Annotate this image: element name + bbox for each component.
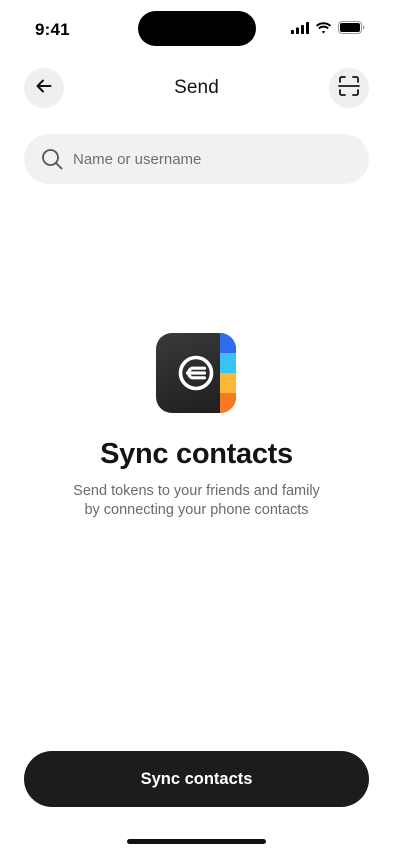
battery-icon bbox=[338, 21, 365, 39]
subtitle-line: Send tokens to your friends and family bbox=[73, 483, 320, 499]
status-icons bbox=[291, 21, 365, 39]
cellular-signal-icon bbox=[291, 21, 309, 39]
stripe-cyan bbox=[220, 353, 236, 373]
empty-state-subtitle: Send tokens to your friends and family b… bbox=[40, 482, 353, 520]
wifi-icon bbox=[315, 21, 332, 39]
stripe-orange bbox=[220, 393, 236, 413]
empty-state-title: Sync contacts bbox=[100, 438, 293, 470]
home-indicator bbox=[127, 839, 266, 844]
status-time: 9:41 bbox=[35, 20, 70, 39]
search-bar[interactable] bbox=[24, 134, 369, 184]
contacts-app-icon bbox=[156, 333, 236, 413]
status-bar: 9:41 bbox=[0, 0, 393, 54]
scan-frame-icon bbox=[338, 75, 360, 102]
header: Send bbox=[0, 68, 393, 108]
sync-contacts-button[interactable]: Sync contacts bbox=[24, 751, 369, 807]
stripe-blue bbox=[220, 333, 236, 353]
dynamic-island bbox=[138, 11, 256, 46]
logo-icon bbox=[178, 355, 214, 391]
app-icon-color-stripes bbox=[220, 333, 236, 413]
search-input[interactable] bbox=[73, 150, 343, 168]
subtitle-line: by connecting your phone contacts bbox=[84, 502, 309, 518]
search-icon bbox=[41, 148, 63, 170]
scan-button[interactable] bbox=[329, 68, 369, 108]
stripe-yellow bbox=[220, 373, 236, 393]
